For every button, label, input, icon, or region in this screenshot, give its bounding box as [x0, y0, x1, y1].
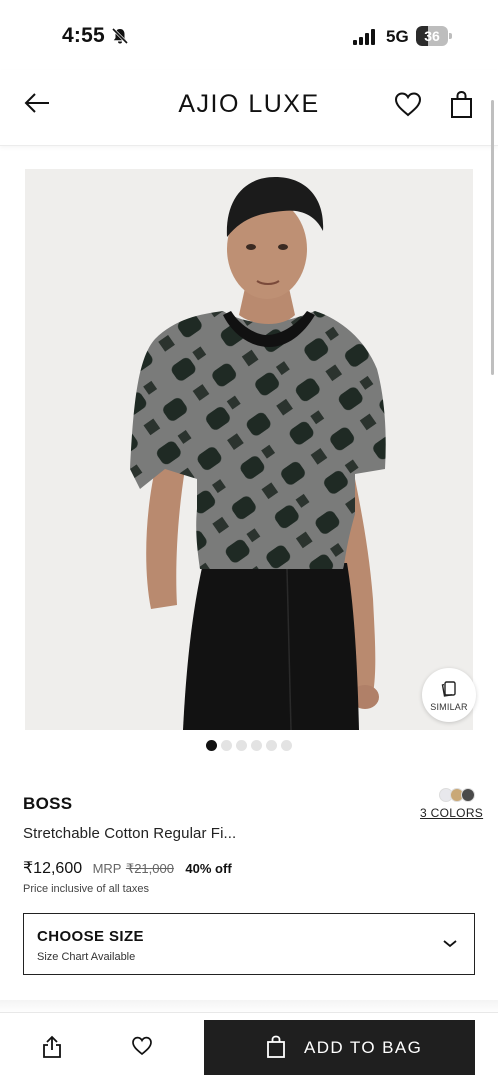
add-to-bag-label: ADD TO BAG — [304, 1038, 423, 1057]
carousel-dot[interactable] — [266, 740, 277, 751]
add-to-bag-button[interactable]: ADD TO BAG — [204, 1020, 475, 1075]
status-bar: 4:55 5G 36 — [0, 0, 498, 70]
shopping-bag-icon — [267, 1035, 285, 1058]
color-swatches[interactable] — [439, 788, 477, 804]
shopping-bag-icon[interactable] — [449, 90, 475, 120]
chevron-down-icon — [443, 940, 457, 948]
cellular-signal-icon — [353, 29, 375, 45]
carousel-dot[interactable] — [281, 740, 292, 751]
product-photo — [25, 169, 473, 730]
size-chart-note: Size Chart Available — [37, 951, 136, 963]
mrp-value: ₹21,000 — [125, 861, 174, 876]
carousel-dot[interactable] — [251, 740, 262, 751]
discount-badge: 40% off — [185, 861, 232, 876]
similar-label: SIMILAR — [430, 702, 468, 712]
product-image[interactable] — [25, 169, 473, 730]
price-row: ₹12,600 MRP ₹21,000 40% off — [23, 858, 232, 878]
colors-link[interactable]: 3 COLORS — [420, 806, 483, 820]
carousel-dot[interactable] — [236, 740, 247, 751]
heart-icon[interactable] — [393, 90, 423, 120]
battery-indicator: 36 — [416, 26, 452, 46]
image-carousel-dots — [0, 740, 498, 752]
similar-button[interactable]: SIMILAR — [422, 668, 476, 722]
share-icon[interactable] — [41, 1035, 63, 1059]
bell-off-icon — [111, 27, 129, 45]
brand-logo[interactable]: AJIO LUXE — [0, 90, 498, 119]
battery-level: 36 — [424, 28, 440, 44]
scrollbar[interactable] — [491, 100, 494, 375]
carousel-dot[interactable] — [206, 740, 217, 751]
status-time: 4:55 — [62, 24, 105, 47]
similar-cards-icon — [441, 681, 456, 697]
selling-price: ₹12,600 — [23, 860, 83, 877]
network-type: 5G — [386, 27, 409, 46]
choose-size-title: CHOOSE SIZE — [37, 928, 144, 945]
heart-icon[interactable] — [131, 1035, 153, 1057]
product-brand[interactable]: BOSS — [23, 794, 72, 814]
app-header: AJIO LUXE — [0, 70, 498, 146]
carousel-dot[interactable] — [221, 740, 232, 751]
tax-note: Price inclusive of all taxes — [23, 883, 149, 895]
product-title: Stretchable Cotton Regular Fi... — [23, 825, 237, 842]
choose-size-dropdown[interactable]: CHOOSE SIZE Size Chart Available — [23, 913, 475, 975]
mrp-label: MRP — [92, 861, 122, 876]
bottom-action-bar: ADD TO BAG — [0, 1012, 498, 1080]
color-swatch[interactable] — [461, 788, 475, 802]
